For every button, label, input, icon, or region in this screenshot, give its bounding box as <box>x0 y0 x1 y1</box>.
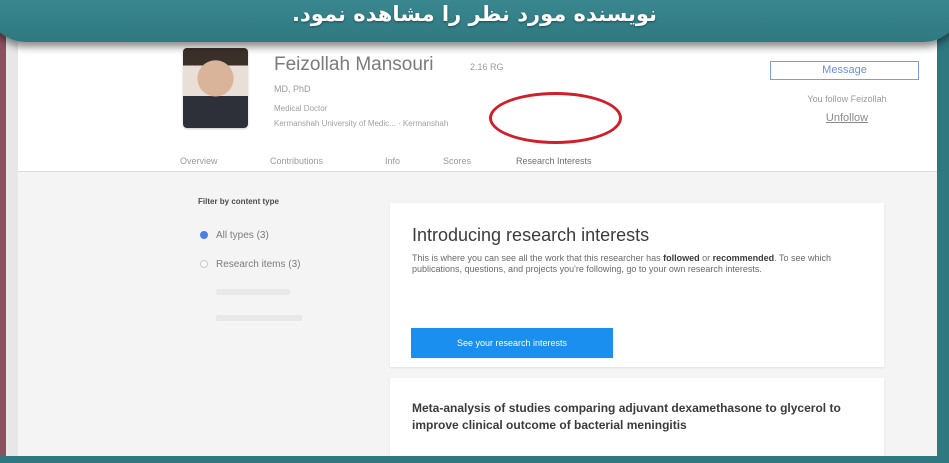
avatar[interactable] <box>183 48 248 128</box>
tab-research-interests[interactable]: Research Interests <box>516 156 592 166</box>
tab-overview[interactable]: Overview <box>180 156 218 166</box>
filter-title: Filter by content type <box>198 197 279 206</box>
faded-filter-placeholder <box>216 289 290 295</box>
profile-institution[interactable]: Kermanshah University of Medic... · Kerm… <box>274 119 448 128</box>
tab-contributions[interactable]: Contributions <box>270 156 323 166</box>
slide-right-border <box>937 30 949 463</box>
article-card: Meta-analysis of studies comparing adjuv… <box>390 378 884 463</box>
screenshot-frame: نویسنده مورد نظر را مشاهده نمود. Feizoll… <box>0 0 949 463</box>
filter-option-label: All types (3) <box>216 230 269 241</box>
intro-card-body: This is where you can see all the work t… <box>412 253 832 274</box>
filter-option-label: Research items (3) <box>216 259 301 270</box>
faded-filter-placeholder <box>216 315 302 321</box>
message-button[interactable]: Message <box>770 61 919 80</box>
intro-card-title: Introducing research interests <box>412 225 650 245</box>
emphasis-recommended: recommended <box>712 253 775 263</box>
profile-tabs: Overview Contributions Info Scores Resea… <box>18 154 937 172</box>
tab-scores[interactable]: Scores <box>443 156 471 166</box>
red-highlight-circle <box>489 92 622 144</box>
rg-score: 2.16 RG <box>470 62 504 72</box>
radio-selected-icon[interactable] <box>200 231 208 240</box>
slide-left-border-inner <box>6 30 18 463</box>
radio-icon[interactable] <box>200 260 208 269</box>
profile-department: Medical Doctor <box>274 104 328 113</box>
intro-card: Introducing research interests This is w… <box>390 203 884 367</box>
profile-degree: MD, PhD <box>274 84 311 94</box>
article-title[interactable]: Meta-analysis of studies comparing adjuv… <box>412 400 852 434</box>
filter-option-research-items[interactable]: Research items (3) <box>200 259 300 270</box>
banner-caption: نویسنده مورد نظر را مشاهده نمود. <box>292 2 657 26</box>
tab-info[interactable]: Info <box>385 156 400 166</box>
filter-option-all-types[interactable]: All types (3) <box>200 230 269 241</box>
unfollow-link[interactable]: Unfollow <box>766 112 928 124</box>
see-research-interests-button[interactable]: See your research interests <box>411 328 613 358</box>
profile-name[interactable]: Feizollah Mansouri <box>274 54 433 76</box>
follow-status: You follow Feizollah <box>807 94 887 104</box>
content-type-filter: Filter by content type All types (3) Res… <box>198 197 358 321</box>
slide-bottom-border <box>0 456 949 463</box>
emphasis-followed: followed <box>663 253 700 263</box>
profile-header: Feizollah Mansouri 2.16 RG MD, PhD Medic… <box>18 42 937 172</box>
